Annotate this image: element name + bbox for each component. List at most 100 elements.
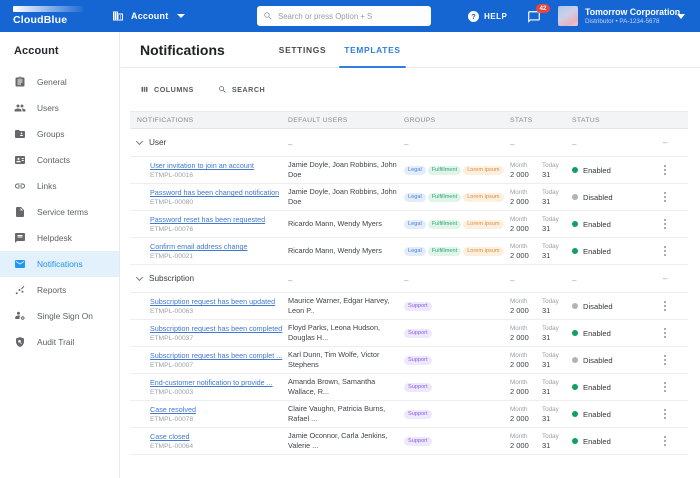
template-name-link[interactable]: Subscription request has been complet ..… <box>150 351 288 360</box>
row-actions-kebab-icon[interactable] <box>661 406 669 421</box>
row-actions-kebab-icon[interactable] <box>661 243 669 258</box>
help-button[interactable]: ? HELP <box>468 0 507 32</box>
group-chip: Fulfillment <box>428 166 462 175</box>
group-chip: Support <box>404 383 432 392</box>
col-header-default-users: DEFAULT USERS <box>288 117 404 124</box>
table-body: User – – – – – User invitation to join a… <box>130 129 688 455</box>
search-input[interactable] <box>278 12 418 21</box>
row-actions-kebab-icon[interactable] <box>661 433 669 448</box>
columns-button[interactable]: COLUMNS <box>140 85 194 94</box>
sidebar-item-general[interactable]: General <box>0 69 119 95</box>
placeholder-dash: – <box>510 276 514 285</box>
notifications-button[interactable]: 42 <box>527 8 551 26</box>
stats-cell: Month 2 000 Today 31 <box>510 325 570 342</box>
account-nav-menu[interactable]: Account <box>112 0 185 32</box>
table-header-row: NOTIFICATIONS DEFAULT USERS GROUPS STATS… <box>130 111 688 129</box>
group-chip: Support <box>404 329 432 338</box>
table-search-button[interactable]: SEARCH <box>218 85 265 94</box>
sidebar-item-helpdesk[interactable]: Helpdesk <box>0 225 119 251</box>
stats-cell: Month 2 000 Today 31 <box>510 379 570 396</box>
stat-today: Today 31 <box>542 325 566 342</box>
scatter-chart-icon <box>14 284 26 296</box>
row-actions-kebab-icon[interactable] <box>661 162 669 177</box>
shield-search-icon <box>14 336 26 348</box>
link-icon <box>14 180 26 192</box>
status-badge: Enabled <box>570 383 642 392</box>
group-chips: Support <box>404 437 510 446</box>
group-chips: Support <box>404 356 510 365</box>
sidebar-item-service-terms[interactable]: Service terms <box>0 199 119 225</box>
sidebar-item-reports[interactable]: Reports <box>0 277 119 303</box>
group-chip: Fulfillment <box>428 220 462 229</box>
row-actions-kebab-icon[interactable] <box>661 216 669 231</box>
group-header-row-user[interactable]: User – – – – – <box>130 129 688 157</box>
users-icon <box>14 102 26 114</box>
row-actions-kebab-icon[interactable] <box>661 379 669 394</box>
row-actions-kebab-icon[interactable] <box>661 352 669 367</box>
template-name-link[interactable]: Password has been changed notification <box>150 188 288 197</box>
account-name: Tomorrow Corporation <box>585 7 671 17</box>
question-mark-icon: ? <box>468 11 479 22</box>
sidebar-item-links[interactable]: Links <box>0 173 119 199</box>
cloudblue-logo[interactable]: CloudBlue <box>13 6 83 26</box>
sidebar-item-audit-trail[interactable]: Audit Trail <box>0 329 119 355</box>
stats-cell: Month 2 000 Today 31 <box>510 189 570 206</box>
placeholder-dash: – <box>288 140 292 149</box>
person-gear-icon <box>14 310 26 322</box>
tab-settings[interactable]: SETTINGS <box>270 32 335 68</box>
status-dot-icon <box>572 221 578 227</box>
stat-month: Month 2 000 <box>510 162 542 179</box>
group-chips: Support <box>404 410 510 419</box>
stats-cell: Month 2 000 Today 31 <box>510 433 570 450</box>
template-name-link[interactable]: Case closed <box>150 432 288 441</box>
sidebar-item-users[interactable]: Users <box>0 95 119 121</box>
group-chip: Support <box>404 302 432 311</box>
sidebar-item-notifications[interactable]: Notifications <box>0 251 119 277</box>
template-id: ETMPL-00076 <box>150 226 288 233</box>
sidebar-item-groups[interactable]: Groups <box>0 121 119 147</box>
template-name-link[interactable]: Case resolved <box>150 405 288 414</box>
table-row: Password has been changed notification E… <box>130 184 688 211</box>
row-actions-kebab-icon[interactable] <box>661 298 669 313</box>
sidebar-item-single-sign-on[interactable]: Single Sign On <box>0 303 119 329</box>
default-users: Jamie Doyle, Joan Robbins, John Doe <box>288 187 398 207</box>
template-name-link[interactable]: Subscription request has been completed <box>150 324 288 333</box>
template-name-link[interactable]: User invitation to join an account <box>150 161 288 170</box>
group-chip: Lorem ipsum <box>463 247 503 256</box>
global-search[interactable] <box>257 6 431 26</box>
template-id: ETMPL-00063 <box>150 308 288 315</box>
row-actions-kebab-icon[interactable] <box>661 189 669 204</box>
tab-templates[interactable]: TEMPLATES <box>335 32 409 68</box>
template-name-link[interactable]: Confirm email address change <box>150 242 288 251</box>
status-dot-icon <box>572 438 578 444</box>
group-chip: Lorem ipsum <box>463 220 503 229</box>
sidebar-item-contacts[interactable]: Contacts <box>0 147 119 173</box>
page-title: Notifications <box>140 42 225 58</box>
stats-cell: Month 2 000 Today 31 <box>510 406 570 423</box>
status-badge: Enabled <box>570 437 642 446</box>
group-chips: Support <box>404 383 510 392</box>
chevron-down-icon <box>677 14 685 19</box>
stat-today: Today 31 <box>542 216 566 233</box>
row-actions-kebab-icon[interactable] <box>661 325 669 340</box>
template-name-link[interactable]: End-customer notification to provide ... <box>150 378 288 387</box>
group-header-row-subscription[interactable]: Subscription – – – – – <box>130 265 688 293</box>
template-id: ETMPL-00037 <box>150 335 288 342</box>
template-name-link[interactable]: Password reset has been requested <box>150 215 288 224</box>
stats-cell: Month 2 000 Today 31 <box>510 243 570 260</box>
account-nav-label: Account <box>131 11 168 21</box>
group-chip: Legal <box>404 247 426 256</box>
group-chips: Support <box>404 302 510 311</box>
stat-today: Today 31 <box>542 433 566 450</box>
placeholder-dash: – <box>572 276 576 285</box>
account-menu[interactable]: Tomorrow Corporation Distributor • PA-12… <box>558 0 685 32</box>
chevron-down-icon[interactable] <box>136 274 143 281</box>
placeholder-dash: – <box>572 140 576 149</box>
template-name-link[interactable]: Subscription request has been updated <box>150 297 288 306</box>
table-row: Subscription request has been updated ET… <box>130 293 688 320</box>
placeholder-dash: – <box>663 138 667 147</box>
chevron-down-icon[interactable] <box>136 138 143 145</box>
group-chip: Legal <box>404 166 426 175</box>
group-chip: Legal <box>404 220 426 229</box>
default-users: Amanda Brown, Samantha Wallace, R... <box>288 377 398 397</box>
